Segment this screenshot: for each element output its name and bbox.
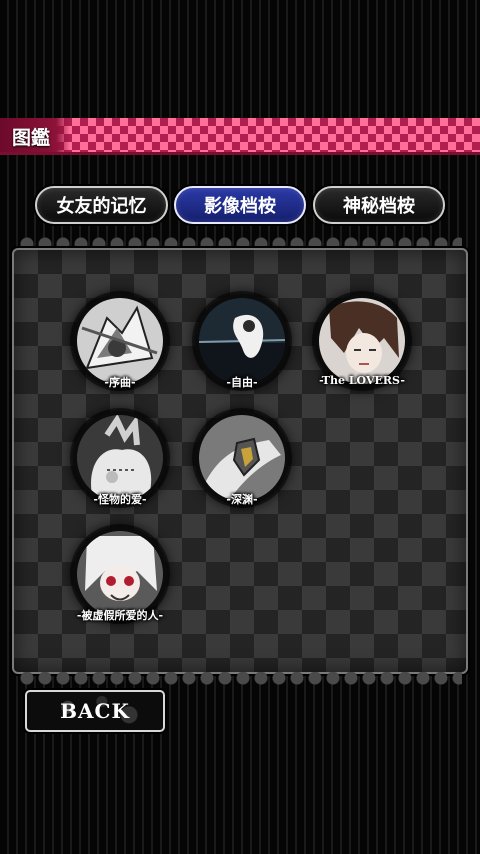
lovers-thumbnail [319, 298, 405, 384]
tab-mystery-archive[interactable]: 神秘档桉 [313, 186, 445, 224]
gallery-caption: -序曲- [104, 376, 136, 389]
gallery-caption: -自由- [226, 376, 258, 389]
gallery-item-abyss[interactable]: -深渊- [187, 411, 297, 521]
gallery-caption: -The LOVERS- [319, 374, 405, 387]
gallery-item-monster-love[interactable]: -怪物的爱- [65, 411, 175, 521]
back-button[interactable]: BACK [25, 690, 165, 732]
gallery-item-lovers[interactable]: -The LOVERS- [307, 294, 417, 404]
abyss-thumbnail [199, 415, 285, 501]
loved-by-falsehood-thumbnail [77, 531, 163, 617]
gallery-caption: -深渊- [226, 493, 258, 506]
prologue-thumbnail [77, 298, 163, 384]
freedom-thumbnail [199, 298, 285, 384]
gallery-caption: -怪物的爱- [93, 493, 147, 506]
gallery-item-prologue[interactable]: -序曲- [65, 294, 175, 404]
lace-border-bottom [18, 672, 462, 690]
gallery-caption: -被虚假所爱的人- [76, 609, 164, 622]
tab-image-archive[interactable]: 影像档桉 [174, 186, 306, 224]
page-title: 图鑑 [12, 127, 51, 149]
monster-love-thumbnail [77, 415, 163, 501]
tab-girlfriend-memories[interactable]: 女友的记忆 [35, 186, 168, 224]
gallery-item-loved-by-falsehood[interactable]: -被虚假所爱的人- [65, 527, 175, 637]
header-bar: 图鑑 [0, 118, 480, 155]
gallery-item-freedom[interactable]: -自由- [187, 294, 297, 404]
